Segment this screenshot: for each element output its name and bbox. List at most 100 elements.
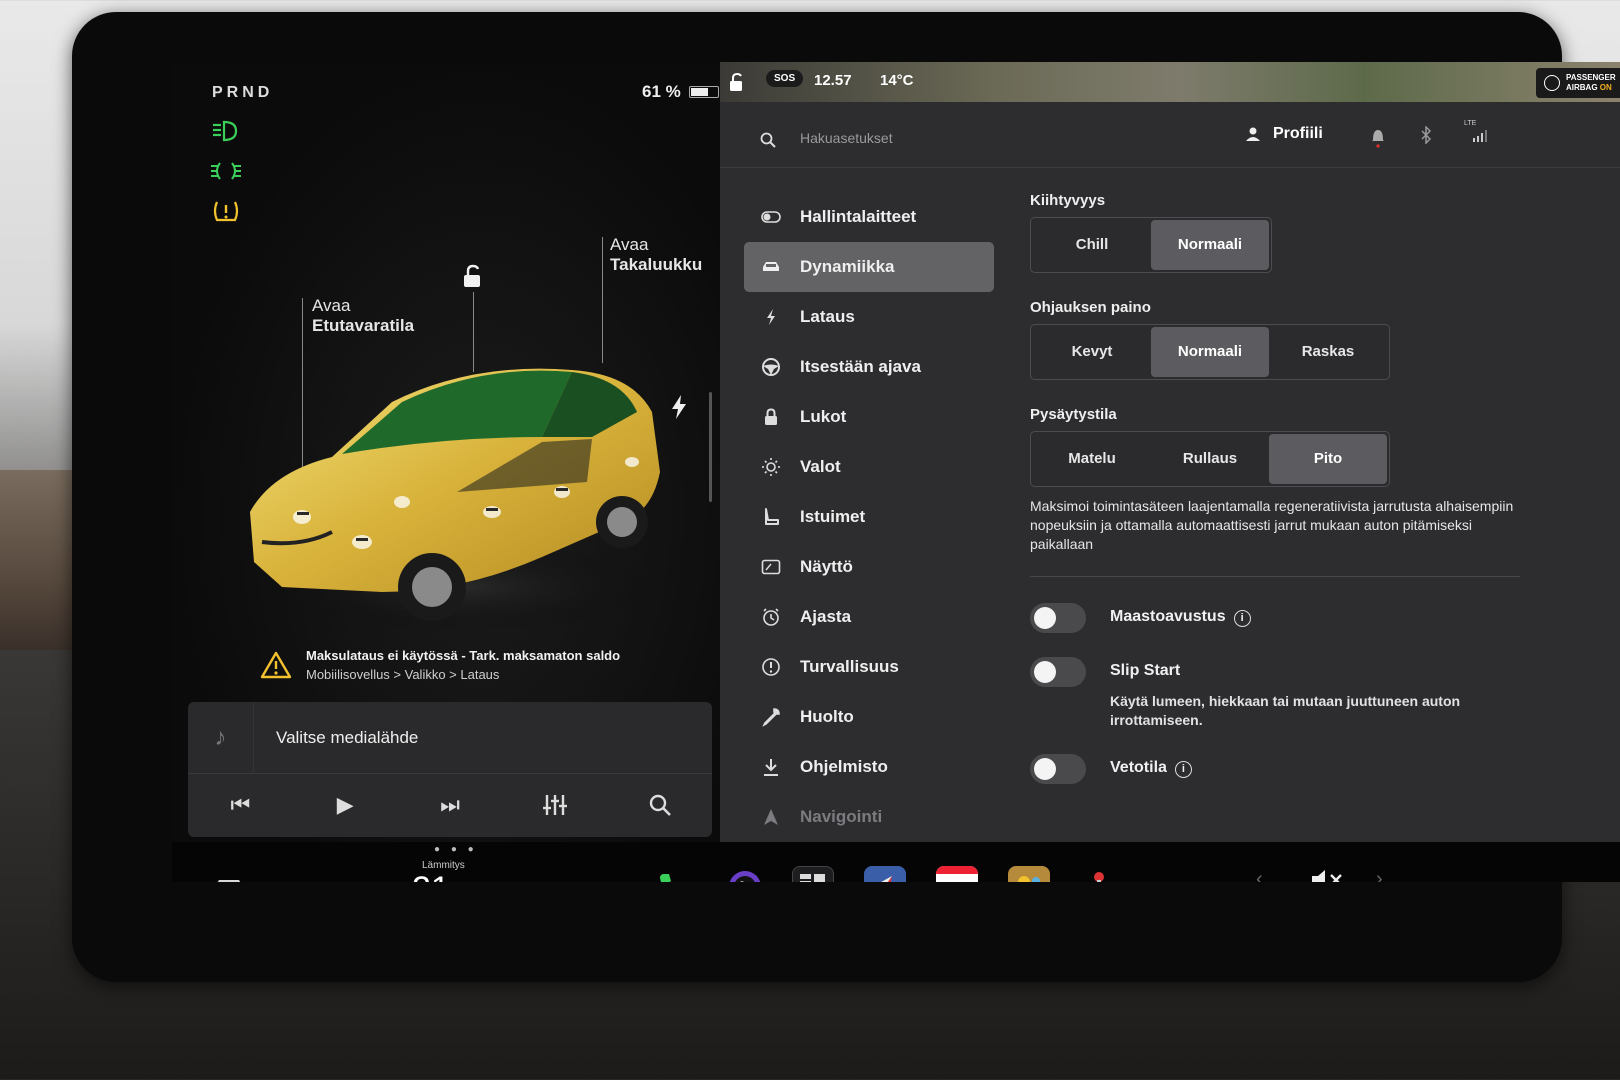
nav-item-huolto[interactable]: Huolto xyxy=(744,692,994,742)
steering-option-normaali[interactable]: Normaali xyxy=(1151,327,1269,377)
nav-item-label: Ajasta xyxy=(800,607,852,626)
media-source-row[interactable]: ♪ Valitse medialähde xyxy=(188,701,712,774)
section-divider xyxy=(1030,576,1520,577)
car-panel-scrollbar[interactable] xyxy=(709,392,712,502)
cabin-temperature[interactable]: 21.5 xyxy=(412,870,472,882)
signal-strength-icon xyxy=(1473,130,1487,142)
stopping-mode-label: Pysäytystila xyxy=(1030,406,1117,423)
steering-option-raskas[interactable]: Raskas xyxy=(1269,327,1387,377)
toggle-label: Slip Start xyxy=(1110,662,1181,679)
vetotila-toggle[interactable] xyxy=(1030,754,1086,784)
bolt-icon xyxy=(760,306,782,328)
volume-up-arrow-icon[interactable]: › xyxy=(1376,868,1383,882)
lock-icon xyxy=(760,406,782,428)
temp-decimal: .5 xyxy=(450,876,472,882)
front-trunk-label: Etutavaratila xyxy=(312,316,415,335)
warning-title: Maksulataus ei käytössä - Tark. maksamat… xyxy=(306,648,621,663)
nav-item-ohjelmisto[interactable]: Ohjelmisto xyxy=(744,742,994,792)
acceleration-option-chill[interactable]: Chill xyxy=(1033,220,1151,270)
toybox-icon[interactable] xyxy=(1008,866,1050,882)
car-menu-icon[interactable] xyxy=(210,874,248,882)
phone-icon[interactable] xyxy=(652,866,694,882)
toggle-row-vetotila: Vetotila i xyxy=(1030,754,1590,784)
arcade-joystick-icon[interactable] xyxy=(1078,866,1120,882)
charging-warning[interactable]: Maksulataus ei käytössä - Tark. maksamat… xyxy=(260,640,670,690)
front-trunk-callout[interactable]: Avaa Etutavaratila xyxy=(312,296,414,336)
nav-item-lataus[interactable]: Lataus xyxy=(744,292,994,342)
toggle-text: Vetotila i xyxy=(1110,759,1192,778)
nav-item-dynamiikka[interactable]: Dynamiikka xyxy=(744,242,994,292)
page-dots: ● ● ● xyxy=(434,844,478,855)
nav-item-ajasta[interactable]: Ajasta xyxy=(744,592,994,642)
acceleration-label: Kiihtyvyys xyxy=(1030,192,1106,209)
media-search-icon[interactable] xyxy=(640,785,680,825)
volume-muted-icon[interactable] xyxy=(1310,868,1346,882)
nav-item-navigointi[interactable]: Navigointi xyxy=(744,792,994,842)
airbag-line1: PASSENGER xyxy=(1566,73,1616,82)
profile-label: Profiili xyxy=(1273,125,1323,142)
volume-down-arrow-icon[interactable]: ‹ xyxy=(1256,868,1263,882)
seat-icon xyxy=(760,506,782,528)
nav-item-label: Navigointi xyxy=(800,807,883,826)
toggle-text: Maastoavustus i xyxy=(1110,608,1251,627)
info-icon[interactable]: i xyxy=(1233,610,1251,627)
stopping-option-matelu[interactable]: Matelu xyxy=(1033,434,1151,484)
steering-mode-selector: Kevyt Normaali Raskas xyxy=(1030,324,1390,380)
steering-option-kevyt[interactable]: Kevyt xyxy=(1033,327,1151,377)
equalizer-icon[interactable] xyxy=(535,785,575,825)
nav-item-näyttö[interactable]: Näyttö xyxy=(744,542,994,592)
nav-item-hallintalaitteet[interactable]: Hallintalaitteet xyxy=(744,192,994,242)
rear-trunk-line1: Avaa xyxy=(610,235,649,254)
dynamics-settings: Kiihtyvyys Chill Normaali Ohjauksen paino… xyxy=(1030,192,1590,808)
app-launcher-icon[interactable] xyxy=(792,866,834,882)
front-trunk-line1: Avaa xyxy=(312,296,351,315)
profile-button[interactable]: Profiili xyxy=(1245,125,1323,143)
search-input[interactable]: Hakuasetukset xyxy=(800,130,893,146)
nav-item-label: Näyttö xyxy=(800,557,853,576)
play-icon[interactable]: ▶ xyxy=(325,785,365,825)
search-icon[interactable] xyxy=(760,132,776,148)
notification-bell-icon[interactable] xyxy=(1370,126,1386,148)
toggle-icon xyxy=(760,206,782,228)
rear-trunk-callout[interactable]: Avaa Takaluukku xyxy=(610,235,702,275)
nav-item-istuimet[interactable]: Istuimet xyxy=(744,492,994,542)
gear-selector[interactable]: PRND xyxy=(212,84,273,102)
steering-wheel-icon xyxy=(760,356,782,378)
vehicle-3d-model[interactable] xyxy=(242,342,672,642)
wrench-icon xyxy=(760,706,782,728)
nav-item-label: Hallintalaitteet xyxy=(800,207,917,226)
nav-item-lukot[interactable]: Lukot xyxy=(744,392,994,442)
nav-item-itsestään-ajava[interactable]: Itsestään ajava xyxy=(744,342,994,392)
rear-trunk-label: Takaluukku xyxy=(610,255,703,274)
lock-status-icon[interactable] xyxy=(728,72,746,92)
acceleration-option-normaali[interactable]: Normaali xyxy=(1151,220,1269,270)
alert-circle-icon xyxy=(760,656,782,678)
stopping-option-rullaus[interactable]: Rullaus xyxy=(1151,434,1269,484)
lte-indicator: LTE xyxy=(1464,120,1477,127)
clock: 12.57 xyxy=(814,72,852,89)
settings-panel: SOS 12.57 14°C PASSENGER AIRBAG ON Hakua… xyxy=(720,62,1620,882)
navigation-app-icon[interactable] xyxy=(864,866,906,882)
charge-port-bolt-icon[interactable] xyxy=(669,394,689,420)
display-icon xyxy=(760,556,782,578)
nav-item-valot[interactable]: Valot xyxy=(744,442,994,492)
camera-icon[interactable] xyxy=(724,866,766,882)
sun-icon xyxy=(760,456,782,478)
nav-item-turvallisuus[interactable]: Turvallisuus xyxy=(744,642,994,692)
maastoavustus-toggle[interactable] xyxy=(1030,603,1086,633)
calendar-icon[interactable]: 4 xyxy=(936,866,978,882)
sos-button[interactable]: SOS xyxy=(766,70,804,87)
nav-item-label: Huolto xyxy=(800,707,854,726)
nav-item-label: Istuimet xyxy=(800,507,866,526)
info-icon[interactable]: i xyxy=(1174,761,1192,778)
bluetooth-icon[interactable] xyxy=(1420,126,1432,144)
toggle-list: Maastoavustus i Slip Start Käytä lumeen, hi… xyxy=(1030,603,1590,784)
slip-start-toggle[interactable] xyxy=(1030,657,1086,687)
nav-item-label: Dynamiikka xyxy=(800,257,895,276)
temp-whole: 21 xyxy=(412,870,450,882)
stopping-option-pito[interactable]: Pito xyxy=(1269,434,1387,484)
next-track-icon[interactable]: ⏭ xyxy=(430,785,470,825)
previous-track-icon[interactable]: ⏮ xyxy=(220,785,260,825)
unlock-icon[interactable] xyxy=(460,264,486,290)
tire-pressure-warning-icon xyxy=(213,201,239,222)
